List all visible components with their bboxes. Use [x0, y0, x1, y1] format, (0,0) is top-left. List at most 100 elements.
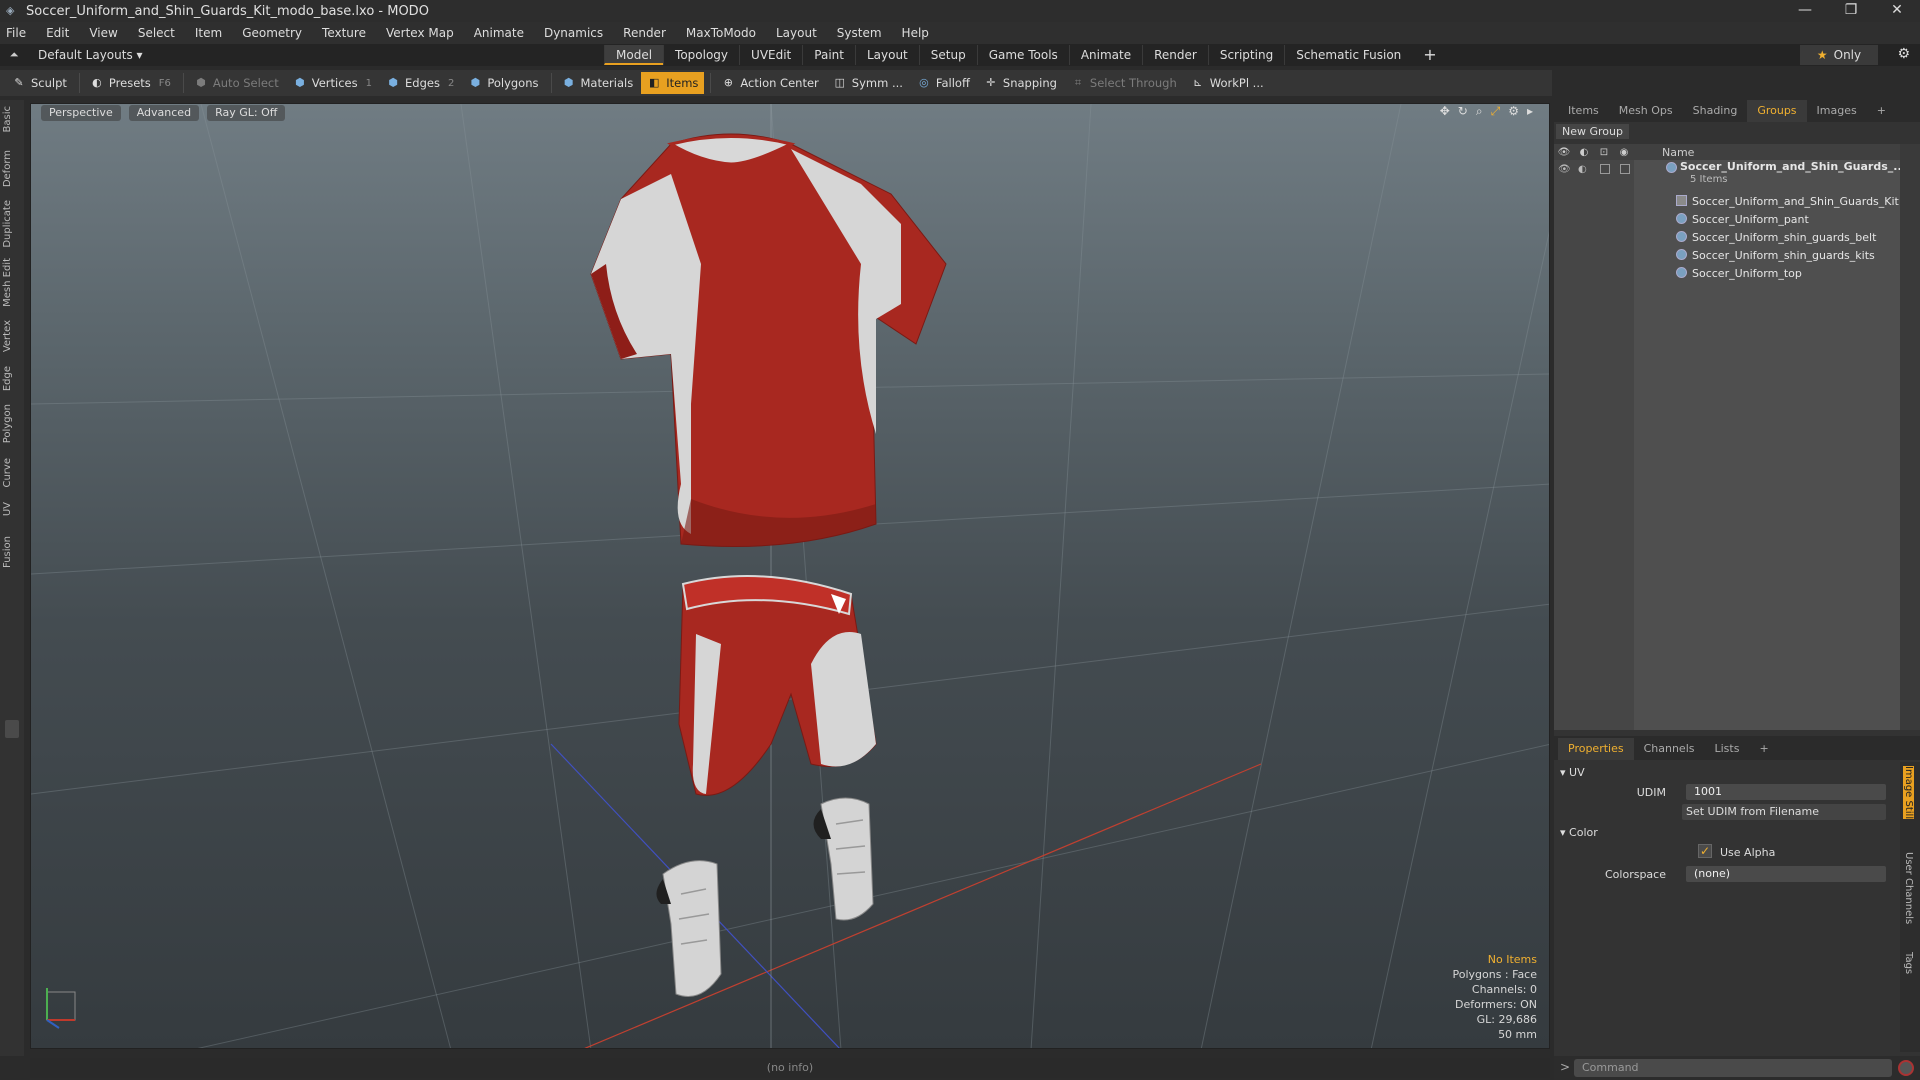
menu-maxtomodo[interactable]: MaxToModo: [686, 26, 756, 40]
menu-file[interactable]: File: [6, 26, 26, 40]
tab-schematic-fusion[interactable]: Schematic Fusion: [1284, 45, 1412, 65]
shading-mode-dropdown[interactable]: Advanced: [128, 105, 200, 121]
materials-button[interactable]: ⬢ Materials: [556, 72, 640, 94]
set-udim-from-filename-button[interactable]: Set UDIM from Filename: [1682, 804, 1886, 820]
fit-icon[interactable]: ⤢: [1491, 104, 1501, 119]
group-child-row[interactable]: Soccer_Uniform_pant: [1554, 210, 1900, 228]
only-toggle[interactable]: ★ Only: [1800, 45, 1878, 65]
tab-uvedit[interactable]: UVEdit: [739, 45, 802, 65]
visibility-toggle-icon[interactable]: 👁: [1558, 164, 1572, 175]
tab-render[interactable]: Render: [1142, 45, 1208, 65]
group-child-row[interactable]: Soccer_Uniform_top: [1554, 264, 1900, 282]
tab-deform[interactable]: Deform: [2, 150, 22, 187]
tab-topology[interactable]: Topology: [663, 45, 739, 65]
menu-texture[interactable]: Texture: [322, 26, 366, 40]
layout-collapse-icon[interactable]: ⏶: [4, 48, 24, 62]
snapping-button[interactable]: ✛ Snapping: [978, 72, 1063, 94]
select-through-button[interactable]: ⌗ Select Through: [1065, 72, 1183, 94]
tab-lists[interactable]: Lists: [1705, 738, 1750, 760]
tab-setup[interactable]: Setup: [918, 45, 977, 65]
new-group-button[interactable]: New Group: [1556, 124, 1629, 139]
menu-help[interactable]: Help: [902, 26, 929, 40]
menu-render[interactable]: Render: [623, 26, 666, 40]
tab-curve[interactable]: Curve: [2, 458, 22, 488]
menu-view[interactable]: View: [89, 26, 117, 40]
edges-button[interactable]: ⬢ Edges 2: [380, 72, 460, 94]
tab-game-tools[interactable]: Game Tools: [976, 45, 1069, 65]
menu-layout[interactable]: Layout: [776, 26, 817, 40]
3d-viewport[interactable]: Perspective Advanced Ray GL: Off ✥ ↻ ⌕ ⤢…: [30, 103, 1550, 1049]
tab-tags[interactable]: Tags: [1903, 952, 1914, 974]
close-button[interactable]: ✕: [1874, 0, 1920, 22]
tab-vertex[interactable]: Vertex: [2, 320, 22, 352]
tab-layout[interactable]: Layout: [854, 45, 919, 65]
tab-mesh-ops[interactable]: Mesh Ops: [1609, 100, 1683, 122]
tab-basic[interactable]: Basic: [2, 106, 22, 132]
sculpt-button[interactable]: ✎ Sculpt: [6, 72, 73, 94]
menu-animate[interactable]: Animate: [474, 26, 524, 40]
tab-edge[interactable]: Edge: [2, 366, 22, 391]
group-child-row[interactable]: Soccer_Uniform_and_Shin_Guards_Kit: [1554, 192, 1900, 210]
use-alpha-checkbox[interactable]: ✓: [1698, 844, 1712, 858]
group-child-row[interactable]: Soccer_Uniform_shin_guards_kits: [1554, 246, 1900, 264]
tab-uv[interactable]: UV: [2, 502, 22, 516]
name-column-header[interactable]: Name: [1662, 146, 1694, 159]
vertices-button[interactable]: ⬢ Vertices 1: [287, 72, 378, 94]
tab-items[interactable]: Items: [1558, 100, 1609, 122]
falloff-button[interactable]: ◎ Falloff: [911, 72, 976, 94]
add-tab-button[interactable]: +: [1412, 45, 1447, 65]
perspective-dropdown[interactable]: Perspective: [41, 105, 121, 121]
groups-scrollbar[interactable]: [1900, 144, 1920, 730]
menu-vertex-map[interactable]: Vertex Map: [386, 26, 454, 40]
command-input[interactable]: Command: [1574, 1059, 1892, 1077]
tab-duplicate[interactable]: Duplicate: [2, 200, 22, 248]
auto-select-button[interactable]: ⬢ Auto Select: [188, 72, 285, 94]
zoom-icon[interactable]: ⌕: [1476, 104, 1483, 119]
minimize-button[interactable]: —: [1782, 0, 1828, 22]
record-macro-icon[interactable]: [1898, 1060, 1914, 1076]
tab-groups[interactable]: Groups: [1747, 100, 1807, 122]
group-child-row[interactable]: Soccer_Uniform_shin_guards_belt: [1554, 228, 1900, 246]
render-toggle-icon[interactable]: ◐: [1578, 164, 1592, 175]
viewport-settings-icon[interactable]: ⚙: [1508, 104, 1519, 119]
gear-icon[interactable]: ⚙: [1897, 46, 1910, 62]
group-root-row[interactable]: 👁 ◐ Soccer_Uniform_and_Shin_Guards_... 5…: [1554, 160, 1906, 185]
tab-mesh-edit[interactable]: Mesh Edit: [2, 258, 22, 307]
tab-model[interactable]: Model: [604, 45, 664, 65]
colorspace-dropdown[interactable]: (none): [1686, 866, 1886, 882]
polygons-button[interactable]: ⬢ Polygons: [462, 72, 544, 94]
rotate-icon[interactable]: ↻: [1458, 104, 1468, 119]
udim-input[interactable]: 1001: [1686, 784, 1886, 800]
maximize-button[interactable]: ❐: [1828, 0, 1874, 22]
items-button[interactable]: ◧ Items: [641, 72, 705, 94]
add-panel-tab-button[interactable]: +: [1867, 100, 1896, 122]
tab-fusion[interactable]: Fusion: [2, 536, 22, 568]
tab-properties[interactable]: Properties: [1558, 738, 1634, 760]
add-properties-tab-button[interactable]: +: [1749, 738, 1778, 760]
uv-section-header[interactable]: ▾ UV: [1560, 766, 1585, 779]
pan-icon[interactable]: ✥: [1440, 104, 1450, 119]
color-section-header[interactable]: ▾ Color: [1560, 826, 1598, 839]
default-layouts-dropdown[interactable]: Default Layouts ▾: [38, 48, 143, 62]
tab-image-still[interactable]: Image Still: [1903, 766, 1914, 820]
viewport-menu-arrow-icon[interactable]: ▸: [1527, 104, 1533, 119]
menu-edit[interactable]: Edit: [46, 26, 69, 40]
tab-channels[interactable]: Channels: [1634, 738, 1705, 760]
raygl-toggle[interactable]: Ray GL: Off: [207, 105, 286, 121]
symmetry-button[interactable]: ◫ Symm ...: [827, 72, 909, 94]
menu-select[interactable]: Select: [138, 26, 175, 40]
menu-dynamics[interactable]: Dynamics: [544, 26, 603, 40]
tab-scripting[interactable]: Scripting: [1207, 45, 1284, 65]
tab-user-channels[interactable]: User Channels: [1903, 852, 1914, 924]
tab-shading[interactable]: Shading: [1683, 100, 1748, 122]
tab-images[interactable]: Images: [1807, 100, 1867, 122]
menu-item[interactable]: Item: [195, 26, 222, 40]
lock-checkbox[interactable]: [1600, 164, 1610, 174]
select-checkbox[interactable]: [1620, 164, 1630, 174]
presets-button[interactable]: ◐ Presets F6: [84, 72, 177, 94]
tab-paint[interactable]: Paint: [802, 45, 855, 65]
tab-polygon[interactable]: Polygon: [2, 404, 22, 443]
action-center-button[interactable]: ⊕ Action Center: [715, 72, 824, 94]
palette-toggle-button[interactable]: [5, 720, 19, 738]
menu-system[interactable]: System: [837, 26, 882, 40]
